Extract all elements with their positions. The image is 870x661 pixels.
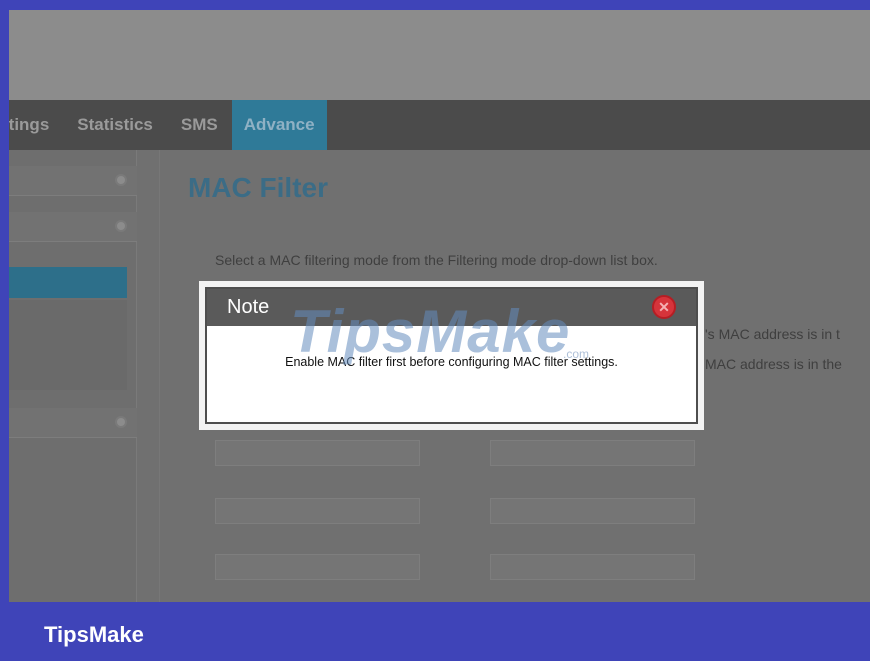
mac-field[interactable] <box>490 440 695 466</box>
dialog-message: Enable MAC filter first before configuri… <box>285 354 618 369</box>
mac-field[interactable] <box>215 498 420 524</box>
dialog-body: Note ✕ Enable MAC filter first before co… <box>205 287 698 424</box>
note-dialog: Note ✕ Enable MAC filter first before co… <box>199 281 704 430</box>
sidebar <box>9 150 137 602</box>
outer-frame: ttings Statistics SMS Advance MAC Fi <box>0 0 870 661</box>
gear-icon <box>115 220 127 232</box>
mac-field[interactable] <box>215 440 420 466</box>
dialog-header: Note ✕ <box>207 289 696 326</box>
nav-advance[interactable]: Advance <box>231 100 327 150</box>
sidebar-item-active[interactable] <box>9 267 127 298</box>
gear-icon <box>115 174 127 186</box>
dialog-content: Enable MAC filter first before configuri… <box>207 326 696 421</box>
close-icon[interactable]: ✕ <box>652 295 676 319</box>
description-line: MAC address is in the <box>705 356 842 372</box>
brand-logo: TipsMake <box>44 622 144 647</box>
mac-field[interactable] <box>490 498 695 524</box>
mac-field[interactable] <box>215 554 420 580</box>
page-description: Select a MAC filtering mode from the Fil… <box>215 252 658 268</box>
description-line: 's MAC address is in t <box>705 326 840 342</box>
sidebar-item[interactable] <box>9 408 137 438</box>
nav-statistics[interactable]: Statistics <box>63 100 167 150</box>
footer-bar: TipsMake <box>0 602 870 661</box>
page-title: MAC Filter <box>188 172 328 203</box>
sidebar-submenu <box>9 300 127 390</box>
mac-field[interactable] <box>490 554 695 580</box>
main-nav: ttings Statistics SMS Advance <box>9 100 870 150</box>
nav-sms[interactable]: SMS <box>167 100 232 150</box>
sidebar-item[interactable] <box>9 212 137 242</box>
nav-settings[interactable]: ttings <box>9 100 63 150</box>
sidebar-item[interactable] <box>9 166 137 196</box>
gear-icon <box>115 416 127 428</box>
dialog-title: Note <box>227 296 270 318</box>
router-header <box>9 10 870 100</box>
